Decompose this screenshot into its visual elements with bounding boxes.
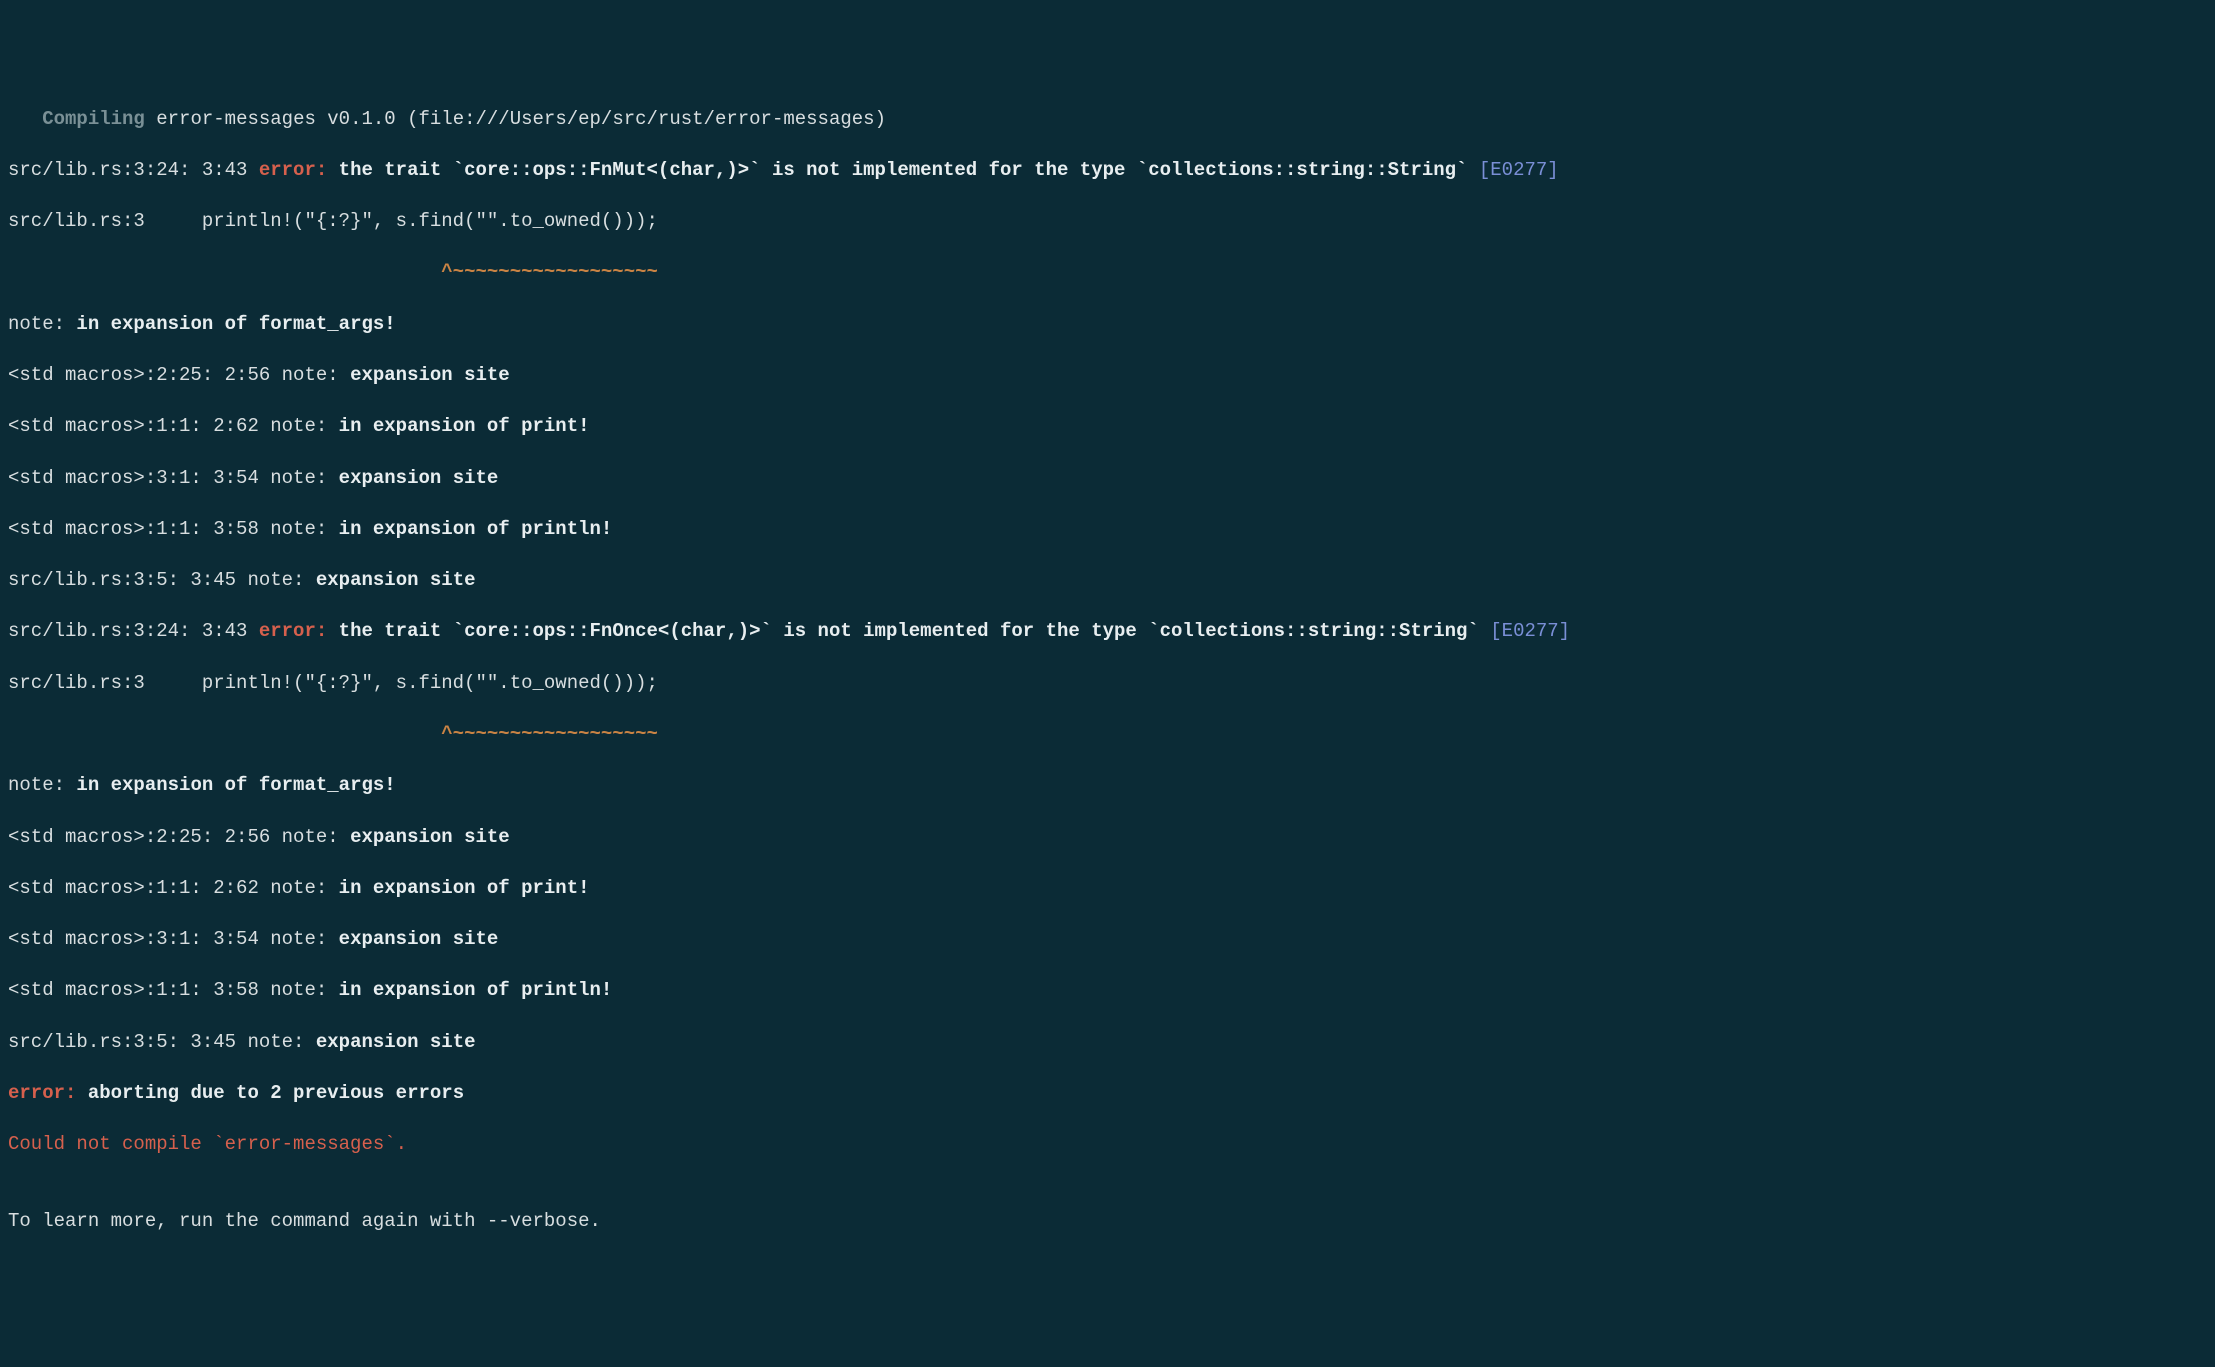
note-1-message: in expansion of format_args! bbox=[76, 313, 395, 335]
error-tag: error: bbox=[259, 159, 339, 181]
caret-underline: ^~~~~~~~~~~~~~~~~~~ bbox=[441, 261, 658, 283]
learn-more-line: To learn more, run the command again wit… bbox=[8, 1209, 2207, 1235]
note-1: note: in expansion of format_args! bbox=[8, 312, 2207, 338]
caret-underline: ^~~~~~~~~~~~~~~~~~~ bbox=[441, 723, 658, 745]
compiling-label: Compiling bbox=[42, 108, 145, 130]
error-tag: error: bbox=[8, 1082, 88, 1104]
trace-row: <std macros>:3:1: 3:54 note: expansion s… bbox=[8, 466, 2207, 492]
error-code-link[interactable]: [E0277] bbox=[1490, 620, 1570, 642]
error-2-source-code: println!("{:?}", s.find("".to_owned())); bbox=[202, 672, 658, 694]
trace-row: src/lib.rs:3:5: 3:45 note: expansion sit… bbox=[8, 568, 2207, 594]
abort-line: error: aborting due to 2 previous errors bbox=[8, 1081, 2207, 1107]
trace-row: <std macros>:3:1: 3:54 note: expansion s… bbox=[8, 927, 2207, 953]
trace-row: <std macros>:1:1: 3:58 note: in expansio… bbox=[8, 978, 2207, 1004]
trace-row: <std macros>:2:25: 2:56 note: expansion … bbox=[8, 363, 2207, 389]
trace-row: <std macros>:1:1: 3:58 note: in expansio… bbox=[8, 517, 2207, 543]
error-1-source: src/lib.rs:3 println!("{:?}", s.find("".… bbox=[8, 209, 2207, 235]
error-2-header: src/lib.rs:3:24: 3:43 error: the trait `… bbox=[8, 619, 2207, 645]
error-code-link[interactable]: [E0277] bbox=[1479, 159, 1559, 181]
trace-row: <std macros>:1:1: 2:62 note: in expansio… bbox=[8, 414, 2207, 440]
note-2-message: in expansion of format_args! bbox=[76, 774, 395, 796]
error-1-location: src/lib.rs:3:24: 3:43 bbox=[8, 159, 259, 181]
compiling-line: Compiling error-messages v0.1.0 (file://… bbox=[8, 107, 2207, 133]
error-1-message: the trait `core::ops::FnMut<(char,)>` is… bbox=[339, 159, 1479, 181]
note-2: note: in expansion of format_args! bbox=[8, 773, 2207, 799]
error-2-caret: ^~~~~~~~~~~~~~~~~~~ bbox=[8, 722, 2207, 748]
error-1-source-loc: src/lib.rs:3 bbox=[8, 210, 202, 232]
trace-row: <std macros>:2:25: 2:56 note: expansion … bbox=[8, 825, 2207, 851]
error-2-location: src/lib.rs:3:24: 3:43 bbox=[8, 620, 259, 642]
compile-fail-line: Could not compile `error-messages`. bbox=[8, 1132, 2207, 1158]
compiling-package: error-messages v0.1.0 (file:///Users/ep/… bbox=[156, 108, 886, 130]
error-2-source: src/lib.rs:3 println!("{:?}", s.find("".… bbox=[8, 671, 2207, 697]
trace-row: <std macros>:1:1: 2:62 note: in expansio… bbox=[8, 876, 2207, 902]
error-1-header: src/lib.rs:3:24: 3:43 error: the trait `… bbox=[8, 158, 2207, 184]
error-1-caret: ^~~~~~~~~~~~~~~~~~~ bbox=[8, 260, 2207, 286]
note-tag: note: bbox=[8, 313, 76, 335]
error-1-source-code: println!("{:?}", s.find("".to_owned())); bbox=[202, 210, 658, 232]
trace-row: src/lib.rs:3:5: 3:45 note: expansion sit… bbox=[8, 1030, 2207, 1056]
error-tag: error: bbox=[259, 620, 339, 642]
note-tag: note: bbox=[8, 774, 76, 796]
error-2-source-loc: src/lib.rs:3 bbox=[8, 672, 202, 694]
error-2-message: the trait `core::ops::FnOnce<(char,)>` i… bbox=[339, 620, 1491, 642]
abort-message: aborting due to 2 previous errors bbox=[88, 1082, 464, 1104]
